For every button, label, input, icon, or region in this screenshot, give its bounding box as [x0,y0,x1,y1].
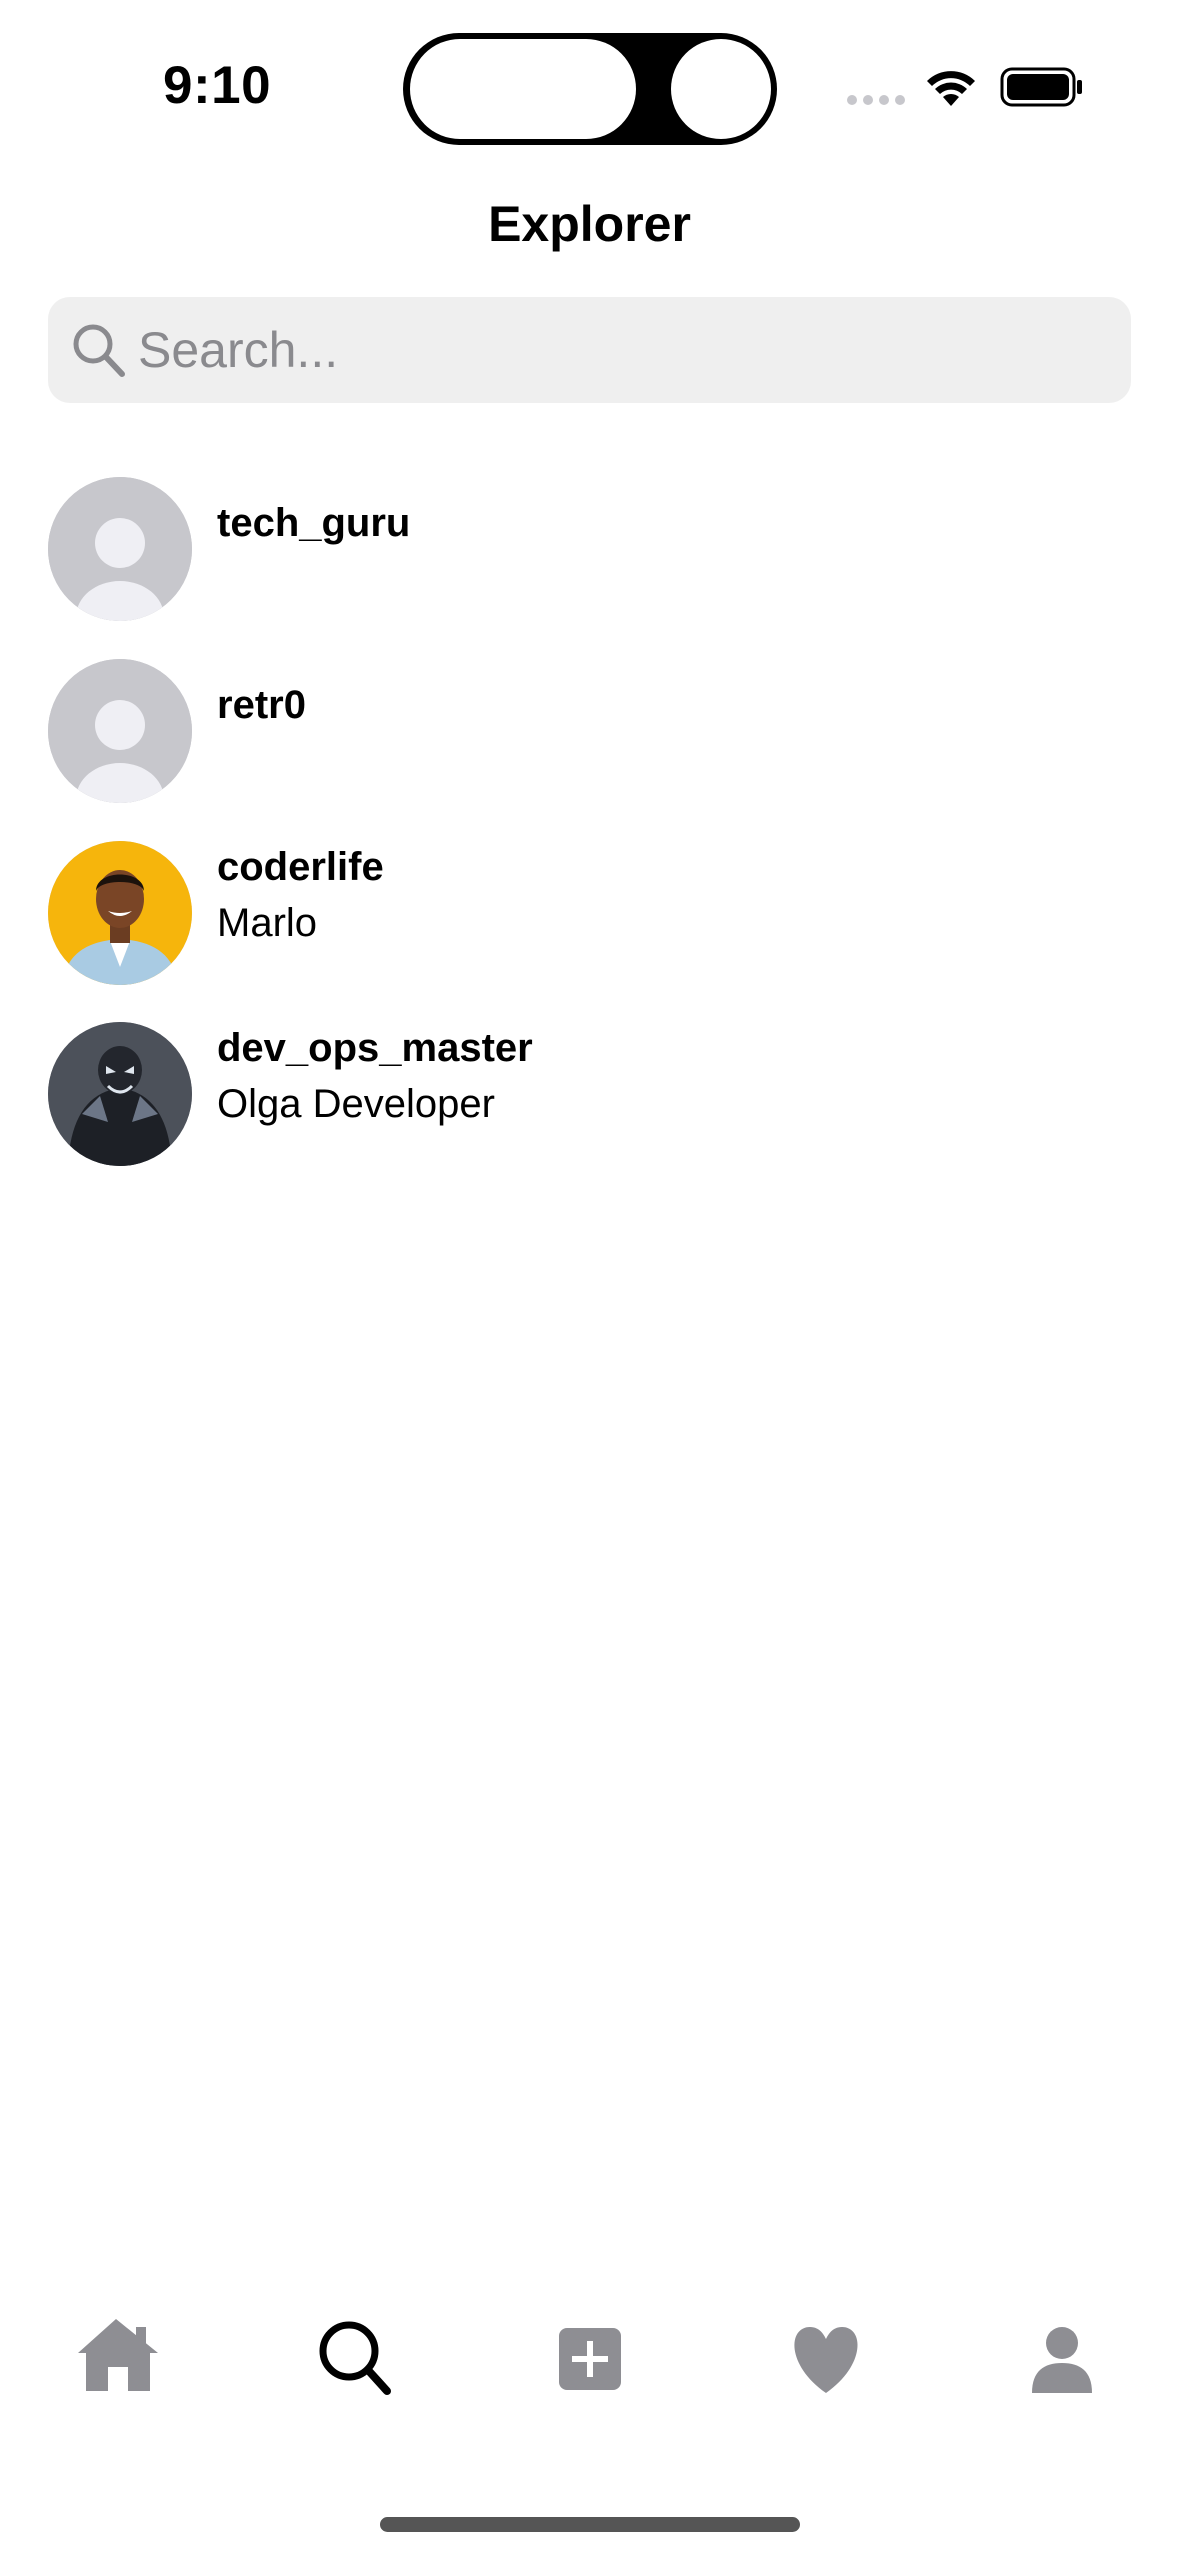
profile-icon [1032,2327,1092,2393]
cellular-signal-icon [847,95,905,105]
list-item-dev-ops-master[interactable]: dev_ops_master Olga Developer [48,1022,1131,1167]
tab-search[interactable] [295,2305,415,2415]
search-icon [319,2321,391,2395]
list-item-coderlife[interactable]: coderlife Marlo [48,841,1131,986]
avatar [48,841,192,985]
search-bar[interactable] [48,297,1131,403]
battery-icon [1000,67,1082,107]
dynamic-island [403,33,777,145]
username: tech_guru [217,501,411,545]
avatar-photo [48,841,192,985]
avatar-photo [48,1022,192,1166]
avatar [48,477,192,621]
avatar-placeholder-icon [48,659,192,803]
full-name: Marlo [217,901,318,945]
island-pill-right [671,39,771,139]
avatar [48,659,192,803]
home-icon [78,2319,158,2391]
heart-icon [794,2327,858,2393]
tab-home[interactable] [60,2305,180,2415]
list-item-retr0[interactable]: retr0 [48,659,1131,804]
avatar [48,1022,192,1166]
search-icon [73,324,125,377]
username: dev_ops_master [217,1026,533,1070]
username: retr0 [217,683,306,727]
tab-activity[interactable] [766,2305,886,2415]
add-post-icon [559,2328,621,2390]
wifi-icon [927,71,975,106]
username: coderlife [217,845,384,889]
avatar-placeholder-icon [48,477,192,621]
list-item-tech-guru[interactable]: tech_guru [48,477,1131,622]
status-bar: 9:10 [0,0,1179,170]
tab-add-post[interactable] [530,2305,650,2415]
tab-profile[interactable] [1002,2305,1122,2415]
tab-bar [0,2305,1179,2425]
status-time: 9:10 [163,56,272,115]
page-title: Explorer [488,196,691,252]
island-pill-left [410,39,636,139]
search-input[interactable] [138,297,1098,403]
home-indicator [380,2517,800,2532]
full-name: Olga Developer [217,1082,495,1126]
